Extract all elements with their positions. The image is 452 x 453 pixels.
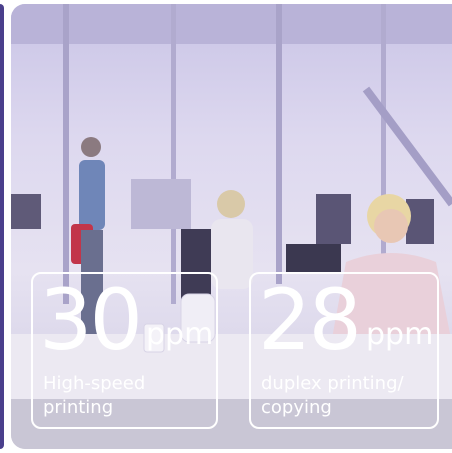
desk-device <box>286 244 341 272</box>
stat-box-duplex-speed: 28 ppm duplex printing/ copying <box>249 272 439 429</box>
stat-description: High-speed printing <box>43 372 145 420</box>
stat-description-line: duplex printing/ <box>261 373 404 394</box>
building <box>131 179 191 229</box>
monitor <box>316 194 351 244</box>
page: 30 ppm High-speed printing 28 ppm duplex… <box>0 0 452 453</box>
monitor <box>11 194 41 229</box>
window-frame <box>276 4 282 284</box>
window-frame <box>63 4 69 304</box>
person-head <box>81 137 101 157</box>
accent-strip <box>0 4 4 449</box>
stat-description: duplex printing/ copying <box>261 372 404 420</box>
stat-description-line: printing <box>43 397 114 418</box>
window-frame <box>171 4 176 304</box>
person-head <box>217 190 245 218</box>
stat-description-line: copying <box>261 397 332 418</box>
stat-unit: ppm <box>146 317 214 352</box>
stat-description-line: High-speed <box>43 373 146 394</box>
staircase-rail <box>362 86 452 207</box>
person-body <box>79 160 105 230</box>
stat-value: 30 <box>39 271 143 369</box>
stat-value: 28 <box>258 271 362 369</box>
person-face <box>374 209 408 243</box>
window-frame <box>381 4 386 294</box>
stat-box-print-speed: 30 ppm High-speed printing <box>31 272 218 429</box>
stat-unit: ppm <box>366 317 434 352</box>
